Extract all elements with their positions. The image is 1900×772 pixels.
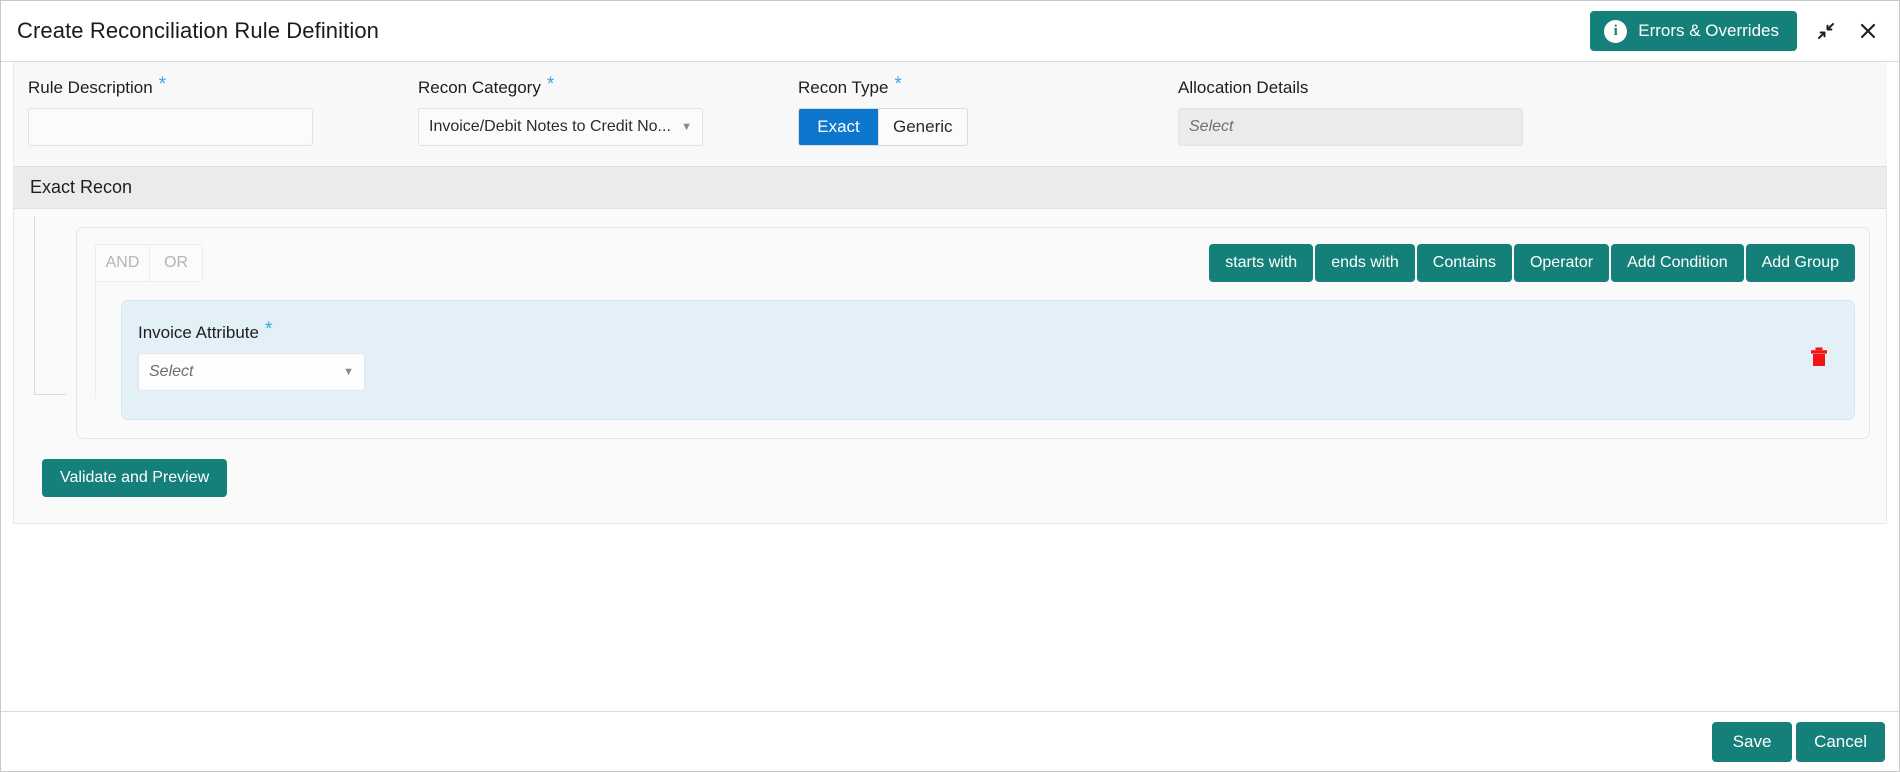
create-reconciliation-rule-dialog: Create Reconciliation Rule Definition i … bbox=[0, 0, 1900, 772]
recon-type-label: Recon Type * bbox=[798, 74, 902, 97]
dialog-footer: Save Cancel bbox=[1, 711, 1899, 771]
group-connector-line bbox=[34, 217, 66, 395]
validate-and-preview-button[interactable]: Validate and Preview bbox=[42, 459, 228, 497]
starts-with-button[interactable]: starts with bbox=[1209, 244, 1314, 282]
recon-category-label: Recon Category * bbox=[418, 74, 555, 97]
ends-with-button[interactable]: ends with bbox=[1315, 244, 1415, 282]
condition-group-toolbar: AND OR starts with ends with Contains Op… bbox=[91, 244, 1855, 282]
recon-type-option-generic[interactable]: Generic bbox=[878, 109, 967, 145]
rule-description-input[interactable] bbox=[28, 108, 313, 146]
dialog-body: Rule Description * Recon Category * Invo… bbox=[1, 62, 1899, 711]
logic-operator-toggle: AND OR bbox=[95, 244, 203, 282]
condition-connector-line bbox=[95, 280, 96, 398]
field-allocation-details: Allocation Details Select bbox=[1164, 78, 1544, 146]
invoice-attribute-select[interactable]: Select ▼ bbox=[138, 353, 365, 391]
allocation-details-placeholder: Select bbox=[1189, 118, 1234, 135]
recon-type-option-exact[interactable]: Exact bbox=[799, 109, 878, 145]
invoice-attribute-label: Invoice Attribute * bbox=[138, 319, 273, 342]
recon-category-value: Invoice/Debit Notes to Credit No... bbox=[429, 118, 671, 135]
add-condition-button[interactable]: Add Condition bbox=[1611, 244, 1744, 282]
exact-recon-header: Exact Recon bbox=[14, 167, 1886, 209]
contains-button[interactable]: Contains bbox=[1416, 244, 1512, 282]
errors-and-overrides-label: Errors & Overrides bbox=[1638, 21, 1779, 40]
exact-recon-body: AND OR starts with ends with Contains Op… bbox=[14, 209, 1886, 523]
field-rule-description: Rule Description * bbox=[14, 74, 404, 146]
operator-button-row: starts with ends with Contains Operator … bbox=[1209, 244, 1855, 282]
recon-category-select[interactable]: Invoice/Debit Notes to Credit No... ▼ bbox=[418, 108, 703, 146]
chevron-down-icon: ▼ bbox=[681, 121, 692, 133]
add-group-button[interactable]: Add Group bbox=[1745, 244, 1855, 282]
invoice-attribute-field: Invoice Attribute * Select ▼ bbox=[138, 319, 365, 391]
rule-header-form: Rule Description * Recon Category * Invo… bbox=[13, 62, 1887, 167]
required-asterisk: * bbox=[158, 74, 167, 95]
chevron-down-icon: ▼ bbox=[343, 366, 354, 378]
exact-recon-panel: Exact Recon AND OR starts with ends with bbox=[13, 167, 1887, 524]
operator-button[interactable]: Operator bbox=[1513, 244, 1610, 282]
logic-option-and[interactable]: AND bbox=[96, 245, 149, 281]
close-icon[interactable] bbox=[1855, 18, 1881, 44]
required-asterisk: * bbox=[894, 74, 902, 95]
cancel-button[interactable]: Cancel bbox=[1796, 721, 1885, 762]
logic-option-or[interactable]: OR bbox=[149, 245, 202, 281]
save-button[interactable]: Save bbox=[1712, 721, 1793, 762]
info-icon: i bbox=[1604, 19, 1628, 43]
required-asterisk: * bbox=[264, 319, 273, 340]
validate-row: Validate and Preview bbox=[42, 459, 1870, 497]
condition-group: AND OR starts with ends with Contains Op… bbox=[76, 227, 1870, 439]
errors-and-overrides-button[interactable]: i Errors & Overrides bbox=[1590, 11, 1797, 51]
page-title: Create Reconciliation Rule Definition bbox=[17, 18, 379, 43]
condition-row: Invoice Attribute * Select ▼ bbox=[121, 300, 1855, 420]
field-recon-type: Recon Type * Exact Generic bbox=[784, 74, 1164, 146]
invoice-attribute-placeholder: Select bbox=[149, 363, 194, 380]
titlebar-actions: i Errors & Overrides bbox=[1590, 11, 1881, 51]
allocation-details-label: Allocation Details bbox=[1178, 78, 1309, 97]
dialog-titlebar: Create Reconciliation Rule Definition i … bbox=[1, 1, 1899, 62]
delete-condition-button[interactable] bbox=[1804, 341, 1834, 378]
field-recon-category: Recon Category * Invoice/Debit Notes to … bbox=[404, 74, 784, 146]
rule-description-label: Rule Description * bbox=[28, 74, 167, 97]
minimize-icon[interactable] bbox=[1813, 18, 1839, 44]
allocation-details-select[interactable]: Select bbox=[1178, 108, 1523, 146]
required-asterisk: * bbox=[546, 74, 555, 95]
recon-type-toggle: Exact Generic bbox=[798, 108, 968, 146]
trash-icon bbox=[1811, 347, 1827, 366]
